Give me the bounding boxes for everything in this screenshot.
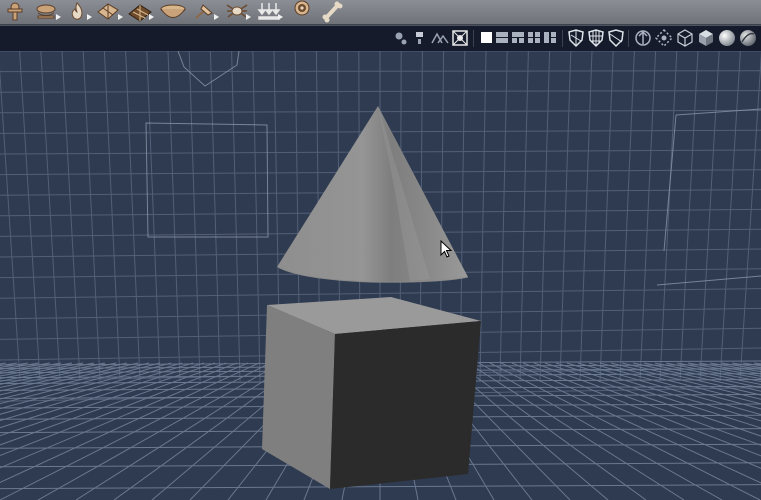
menu-arrow-icon[interactable] (214, 14, 219, 20)
textured-sphere-icon[interactable] (738, 26, 758, 50)
camera-orbit-icon[interactable] (391, 26, 411, 50)
pin-tool-icon[interactable] (192, 0, 220, 24)
layout-three-icon[interactable] (541, 26, 561, 50)
cloth-tool-icon[interactable] (96, 0, 124, 24)
shield-outline-icon[interactable] (606, 26, 626, 50)
toolbar-separator (628, 30, 629, 47)
camera-pan-icon[interactable] (429, 26, 449, 50)
camera-frame-icon[interactable] (450, 26, 470, 50)
camera-dolly-icon[interactable] (410, 26, 430, 50)
target-tool-icon[interactable] (288, 0, 316, 24)
vertex-mode-icon[interactable] (633, 26, 653, 50)
wireframe-cube-icon[interactable] (675, 26, 695, 50)
menu-arrow-icon[interactable] (246, 14, 251, 20)
menu-arrow-icon[interactable] (149, 14, 154, 20)
menu-arrow-icon[interactable] (278, 14, 283, 20)
flat-cube-icon[interactable] (696, 26, 716, 50)
bone-cage-tool-icon[interactable] (127, 0, 155, 24)
toolbar-separator (562, 30, 563, 47)
flame-tool-icon[interactable] (65, 0, 93, 24)
bone-tool-icon[interactable] (320, 0, 348, 24)
spider-tool-icon[interactable] (224, 0, 252, 24)
box-object[interactable] (262, 297, 481, 489)
menu-arrow-icon[interactable] (118, 14, 123, 20)
shield-wire-icon[interactable] (566, 26, 586, 50)
scene-canvas (0, 51, 761, 500)
shield-grid-icon[interactable] (586, 26, 606, 50)
hair-tool-icon[interactable] (34, 0, 62, 24)
tool-toolbar (0, 0, 761, 25)
3d-viewport[interactable] (0, 51, 761, 500)
toolbar-separator (473, 30, 474, 47)
joint-tool-icon[interactable] (4, 0, 32, 24)
ground-tool-icon[interactable] (256, 0, 284, 24)
smooth-sphere-icon[interactable] (717, 26, 737, 50)
menu-arrow-icon[interactable] (56, 14, 61, 20)
poser-app (0, 0, 761, 500)
bowl-tool-icon[interactable] (159, 0, 187, 24)
edge-mode-icon[interactable] (654, 26, 674, 50)
viewport-toolbar (0, 25, 761, 52)
menu-arrow-icon[interactable] (87, 14, 92, 20)
